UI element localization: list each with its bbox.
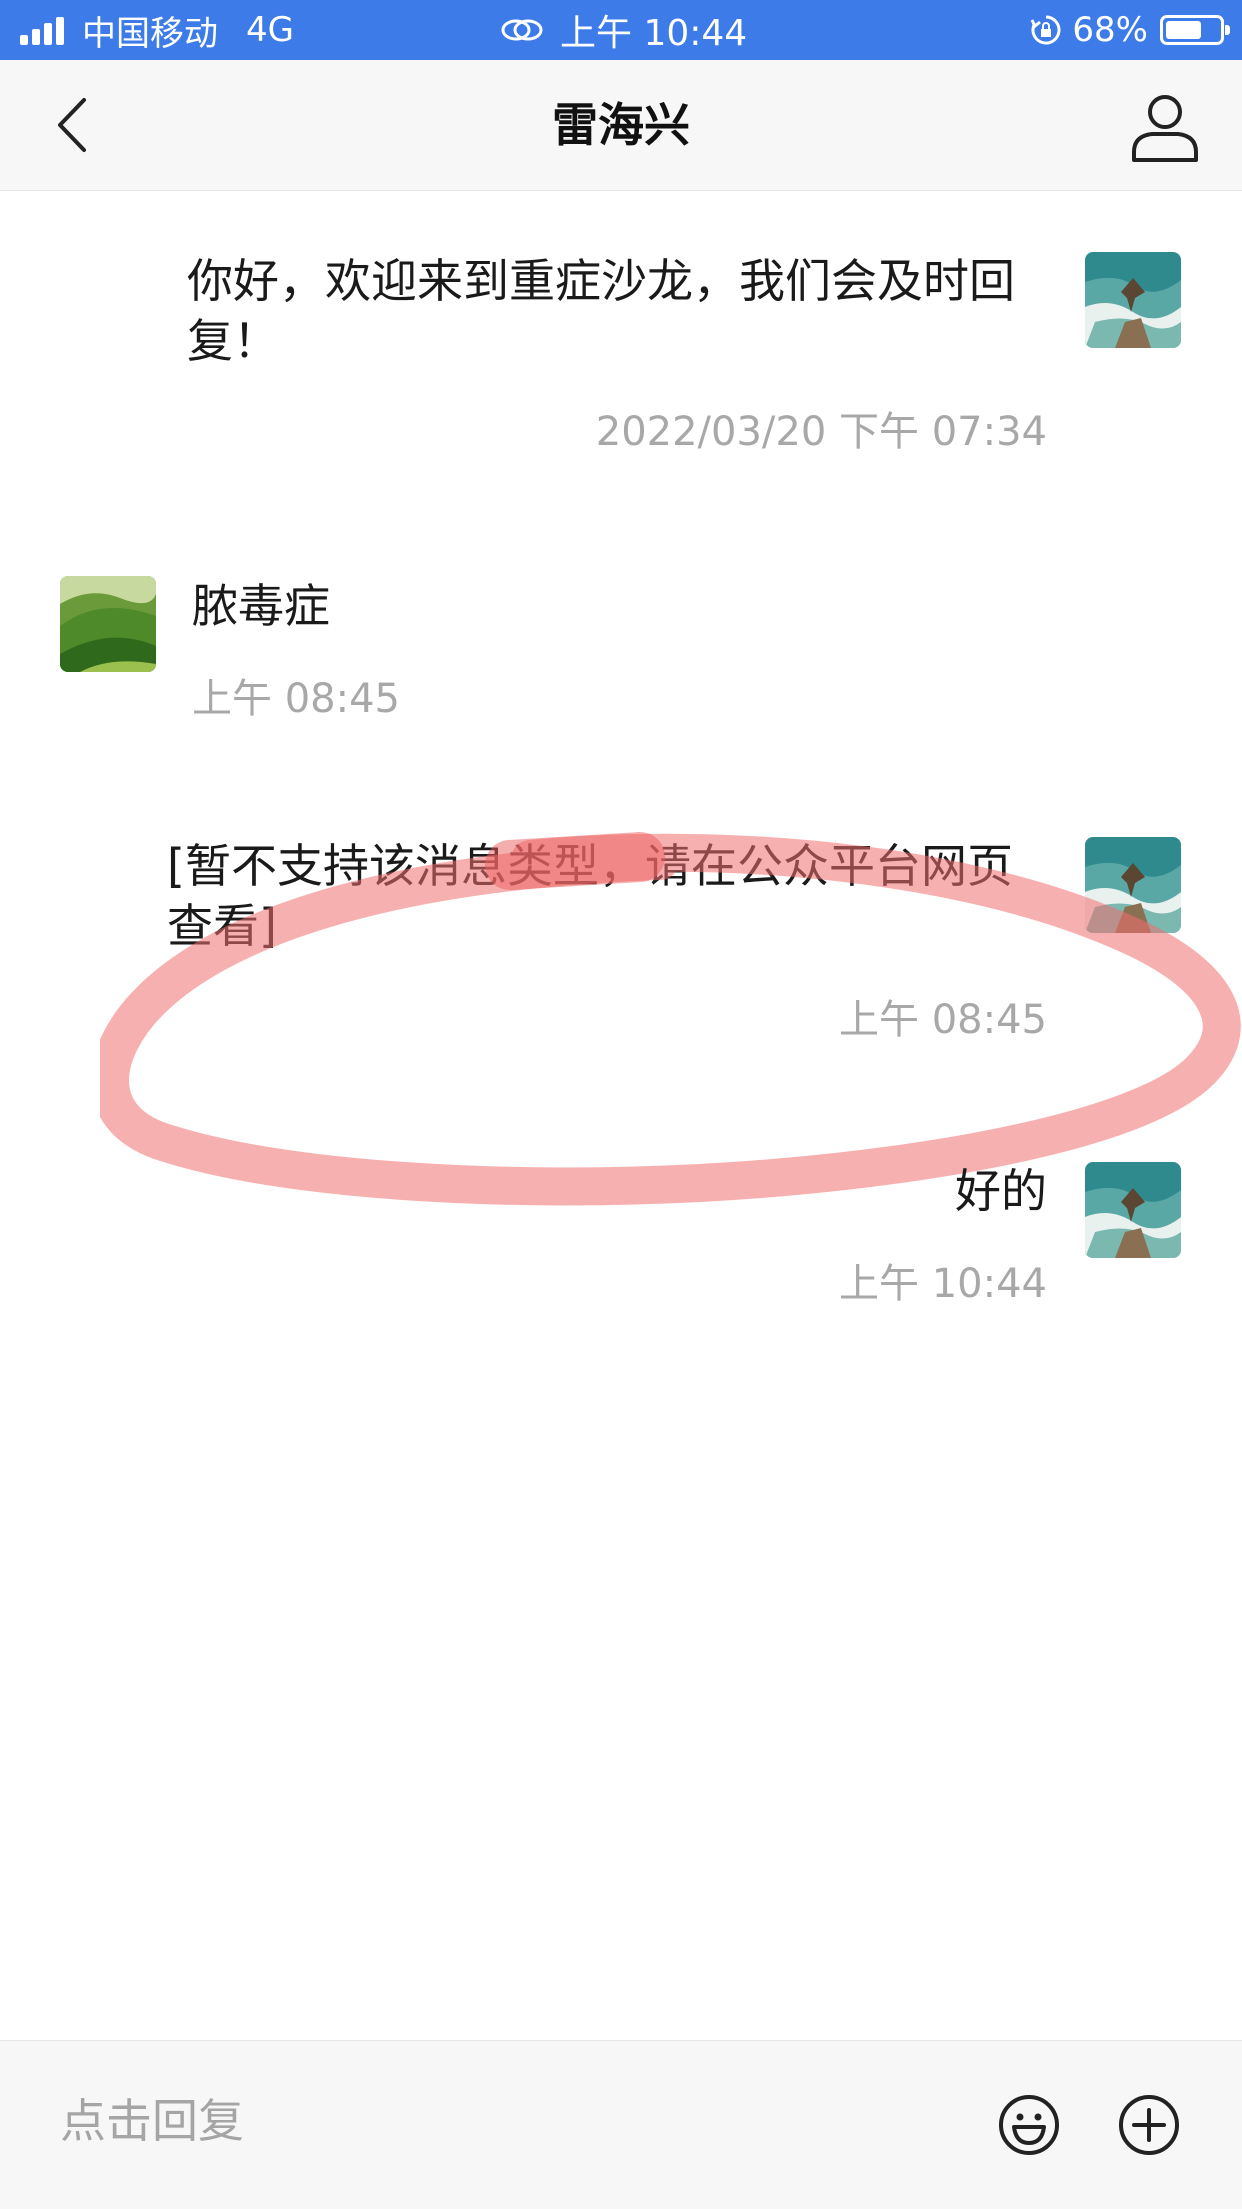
message-text[interactable]: [暂不支持该消息类型，请在公众平台网页 查看] [167, 836, 1047, 956]
message-text[interactable]: 你好，欢迎来到重症沙龙，我们会及时回 复！ [187, 251, 1047, 371]
status-time: 上午 10:44 [560, 13, 748, 54]
carrier-name: 中国移动 [82, 13, 218, 54]
status-bar: 中国移动 4G 上午 10:44 68% [0, 0, 1242, 60]
plus-circle-icon[interactable] [1117, 2093, 1181, 2157]
status-center: 上午 10:44 [500, 0, 747, 60]
message-line: [暂不支持该消息类型，请在公众平台网页 [167, 839, 1013, 893]
message-line: 查看] [167, 899, 277, 953]
green-hills-avatar[interactable] [60, 576, 156, 672]
network-type: 4G [246, 10, 294, 50]
person-icon[interactable] [1128, 90, 1202, 164]
eagle-avatar[interactable] [1085, 1162, 1181, 1258]
lock-rotation-icon [1031, 15, 1061, 45]
message-line: 你好，欢迎来到重症沙龙，我们会及时回 [187, 254, 1015, 308]
reply-bar [0, 2040, 1242, 2209]
battery-icon [1160, 15, 1230, 45]
eagle-avatar[interactable] [1085, 252, 1181, 348]
message-text[interactable]: 脓毒症 [192, 576, 330, 636]
eagle-avatar[interactable] [1085, 837, 1181, 933]
battery-percent: 68% [1072, 10, 1148, 50]
chat-area: 你好，欢迎来到重症沙龙，我们会及时回 复！ 2022/03/20 下午 07:3… [0, 191, 1242, 2039]
status-right: 68% [1030, 0, 1230, 60]
message-line: 复！ [187, 314, 279, 368]
reply-input[interactable] [60, 2081, 920, 2161]
link-icon [501, 19, 543, 41]
message-time: 上午 08:45 [839, 997, 1047, 1043]
nav-bar: 雷海兴 [0, 60, 1242, 191]
message-time: 上午 10:44 [839, 1261, 1047, 1307]
smiley-icon[interactable] [997, 2093, 1061, 2157]
message-text[interactable]: 好的 [955, 1161, 1047, 1221]
status-left: 中国移动 4G [20, 0, 294, 60]
page-title: 雷海兴 [552, 98, 690, 152]
signal-icon [20, 15, 68, 45]
message-time: 2022/03/20 下午 07:34 [595, 409, 1047, 455]
message-time: 上午 08:45 [192, 676, 400, 722]
